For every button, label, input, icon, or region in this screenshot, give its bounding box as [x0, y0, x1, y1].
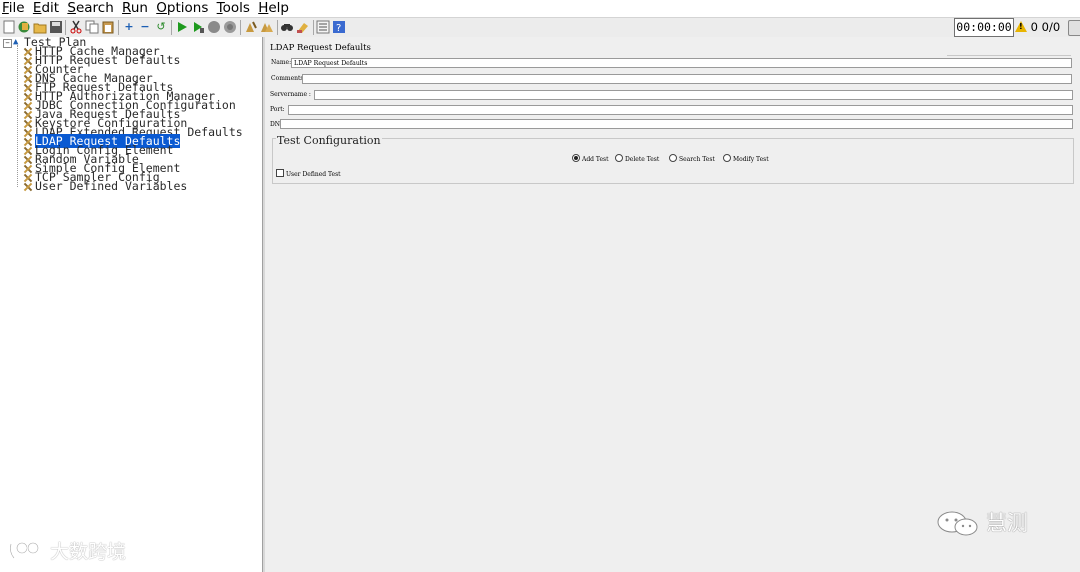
servername-label: Servername : [270, 91, 311, 98]
stop-icon[interactable] [207, 20, 221, 34]
comments-label: Comments: [271, 75, 306, 82]
clear-icon[interactable] [244, 20, 258, 34]
save-icon[interactable] [49, 20, 63, 34]
toolbar-separator [65, 20, 66, 35]
name-field[interactable]: LDAP Request Defaults [291, 58, 1072, 68]
toolbar-separator [171, 20, 172, 35]
config-element-icon [23, 164, 33, 173]
port-field[interactable] [288, 105, 1073, 115]
config-element-icon [23, 146, 33, 155]
radio-delete-test-label: Delete Test [625, 156, 660, 163]
menu-help[interactable]: Help [258, 0, 289, 17]
config-element-icon [23, 119, 33, 128]
warning-icon [1015, 21, 1027, 32]
menu-options[interactable]: Options [156, 0, 208, 17]
templates-icon[interactable] [17, 20, 31, 34]
dn-field[interactable] [280, 119, 1073, 129]
radio-add-test-label: Add Test [582, 156, 609, 163]
warning-indicator[interactable]: 0 0/0 [1015, 19, 1060, 36]
start-no-pause-icon[interactable] [191, 20, 205, 34]
name-label: Name: [271, 59, 292, 66]
comments-field[interactable] [302, 74, 1072, 84]
watermark-left-text: 大数跨境 [50, 541, 127, 563]
menu-run[interactable]: Run [122, 0, 148, 17]
start-icon[interactable] [175, 20, 189, 34]
status-icon [1068, 20, 1080, 36]
dn-label: DN [270, 121, 281, 128]
checkbox-icon [276, 169, 284, 177]
cut-icon[interactable] [69, 20, 83, 34]
function-helper-icon[interactable] [316, 20, 330, 34]
toggle-icon[interactable]: ↺ [154, 20, 168, 34]
menu-bar: File Edit Search Run Options Tools Help [0, 0, 1080, 17]
shutdown-icon[interactable] [223, 20, 237, 34]
watermark-left: 大数跨境 [8, 538, 126, 566]
paste-icon[interactable] [101, 20, 115, 34]
config-element-icon [23, 65, 33, 74]
tree-item-label: User Defined Variables [35, 179, 188, 193]
collapse-toggle-icon[interactable]: − [3, 39, 12, 48]
warning-count: 0 [1030, 20, 1038, 34]
search-icon[interactable] [280, 20, 294, 34]
test-configuration-legend: Test Configuration [276, 134, 382, 148]
menu-edit[interactable]: Edit [33, 0, 59, 17]
config-element-icon [23, 155, 33, 164]
radio-selected-icon [572, 154, 580, 162]
menu-search[interactable]: Search [67, 0, 113, 17]
help-icon[interactable]: ? [332, 20, 346, 34]
open-icon[interactable] [33, 20, 47, 34]
radio-search-test[interactable]: Search Test [669, 154, 715, 163]
config-element-icon [23, 110, 33, 119]
config-element-icon [23, 92, 33, 101]
servername-field[interactable] [314, 90, 1073, 100]
user-defined-test-checkbox[interactable]: User Defined Test [276, 169, 341, 178]
radio-delete-test[interactable]: Delete Test [615, 154, 659, 163]
toolbar-separator [240, 20, 241, 35]
watermark-right: 慧测 [936, 508, 1028, 538]
thread-count: 0/0 [1041, 20, 1061, 34]
user-defined-test-label: User Defined Test [286, 171, 341, 178]
svg-text:?: ? [336, 23, 341, 34]
config-element-icon [23, 56, 33, 65]
watermark-right-text: 慧测 [986, 511, 1028, 535]
config-element-icon [23, 128, 33, 137]
toolbar-separator [277, 20, 278, 35]
watermark-logo-icon [9, 541, 40, 559]
toolbar-separator [313, 20, 314, 35]
radio-add-test[interactable]: Add Test [572, 154, 609, 163]
reset-search-icon[interactable] [296, 20, 310, 34]
toolbar-separator [118, 20, 119, 35]
radio-unselected-icon [669, 154, 677, 162]
test-plan-tree: − ▲ Test Plan HTTP Cache Manager HTTP Requ… [0, 36, 263, 572]
new-icon[interactable] [2, 20, 16, 34]
radio-search-test-label: Search Test [679, 156, 715, 163]
elapsed-timer: 00:00:00 [954, 18, 1014, 37]
config-element-icon [23, 182, 33, 191]
config-element-icon [23, 137, 33, 146]
config-element-icon [23, 74, 33, 83]
copy-icon[interactable] [85, 20, 99, 34]
panel-title: LDAP Request Defaults [270, 43, 371, 53]
tree-connector [17, 45, 18, 187]
menu-tools[interactable]: Tools [217, 0, 250, 17]
clear-all-icon[interactable] [260, 20, 274, 34]
radio-modify-test[interactable]: Modify Test [723, 154, 769, 163]
title-separator [947, 55, 1071, 56]
wechat-icon [937, 511, 978, 536]
config-element-icon [23, 173, 33, 182]
radio-modify-test-label: Modify Test [733, 156, 769, 163]
expand-icon[interactable]: + [122, 20, 136, 34]
tree-item[interactable]: User Defined Variables [23, 179, 188, 193]
radio-unselected-icon [615, 154, 623, 162]
radio-unselected-icon [723, 154, 731, 162]
element-config-panel: LDAP Request Defaults Name: LDAP Request… [265, 37, 1080, 572]
config-element-icon [23, 83, 33, 92]
collapse-icon[interactable]: − [138, 20, 152, 34]
config-element-icon [23, 101, 33, 110]
port-label: Port: [270, 106, 285, 113]
config-element-icon [23, 47, 33, 56]
menu-file[interactable]: File [2, 0, 25, 17]
toolbar: + − ↺ ? 00:00:00 0 0/0 [0, 17, 1080, 38]
